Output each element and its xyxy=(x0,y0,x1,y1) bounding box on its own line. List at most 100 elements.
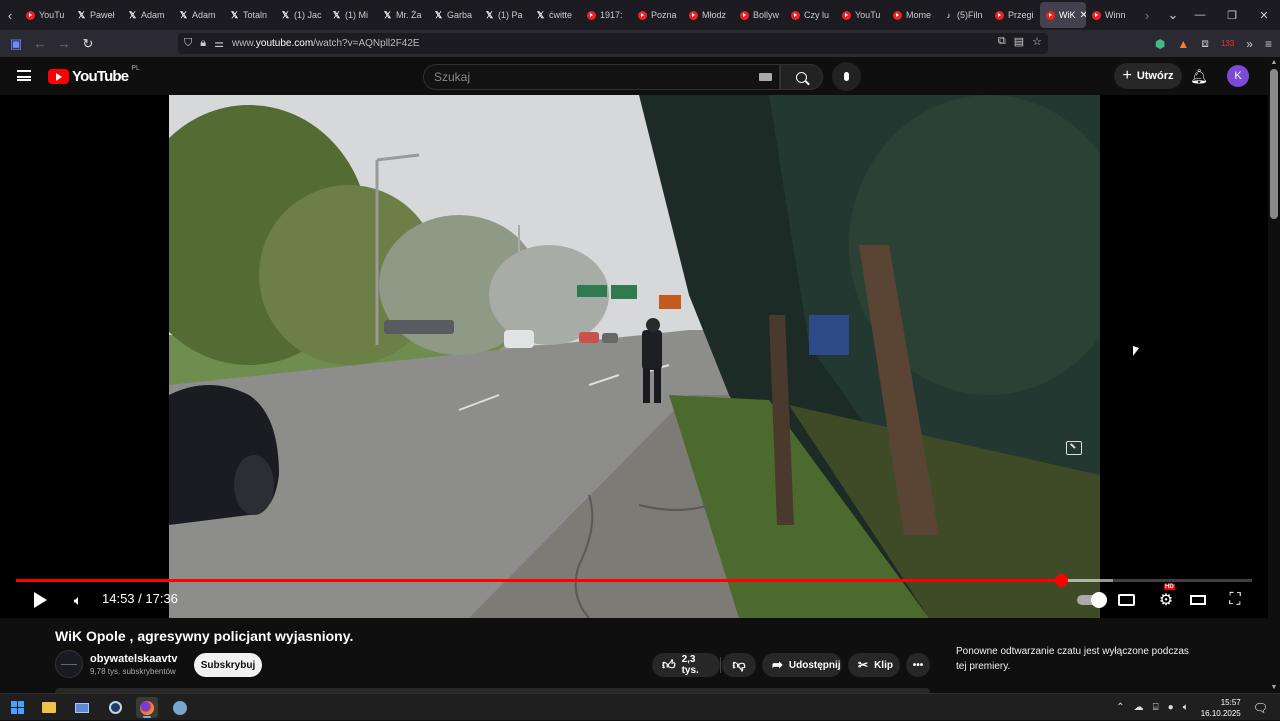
progress-bar[interactable] xyxy=(16,574,1252,587)
reader-view-icon[interactable]: ▤ xyxy=(1014,35,1024,48)
subscribe-button[interactable]: Subskrybuj xyxy=(194,653,262,677)
youtube-icon xyxy=(1092,10,1101,20)
keyboard-icon[interactable] xyxy=(759,73,772,81)
file-explorer-icon[interactable] xyxy=(38,697,60,718)
tabs-scroll-left-icon[interactable]: ‹ xyxy=(0,0,20,30)
scrollbar-thumb[interactable] xyxy=(1270,69,1278,219)
page-scrollbar[interactable]: ▲ ▼ xyxy=(1268,57,1280,693)
vpn-extension-icon[interactable]: ⬢ xyxy=(1155,37,1165,51)
browser-tab[interactable]: Czy lu xyxy=(785,2,836,28)
browser-tab-label: YouTu xyxy=(39,10,65,20)
miniplayer-icon[interactable] xyxy=(1066,441,1082,455)
play-icon[interactable] xyxy=(30,588,50,612)
url-text[interactable]: www.youtube.com/watch?v=AQNpll2F42E xyxy=(232,38,420,49)
taskbar-app-icon[interactable] xyxy=(169,697,191,718)
dislike-button[interactable]: 👎︎ xyxy=(722,653,756,677)
clip-button[interactable]: ✂︎ Klip xyxy=(848,653,900,677)
forward-icon[interactable]: → xyxy=(52,30,76,57)
browser-tab[interactable]: 𝕏 Adam xyxy=(122,2,173,28)
browser-tab[interactable]: 𝕏 Garba xyxy=(428,2,479,28)
sidebar-toggle-icon[interactable]: ▣ xyxy=(4,30,28,57)
back-icon[interactable]: ← xyxy=(28,30,52,57)
browser-tab[interactable]: Mome xyxy=(887,2,938,28)
settings-gear-icon[interactable]: ⚙︎ xyxy=(1154,588,1178,612)
search-input[interactable] xyxy=(423,64,780,90)
tab-list-menu-icon[interactable]: ⌄ xyxy=(1163,0,1183,30)
theater-mode-icon[interactable] xyxy=(1189,588,1207,612)
guide-menu-icon[interactable] xyxy=(17,70,31,81)
create-button[interactable]: + Utwórz xyxy=(1114,63,1182,89)
restore-icon[interactable]: ❐ xyxy=(1216,0,1248,30)
browser-tab[interactable]: YouTu xyxy=(836,2,887,28)
fullscreen-icon[interactable]: ⛶ xyxy=(1226,588,1244,612)
bookmark-star-icon[interactable]: ☆ xyxy=(1032,35,1042,48)
voice-search-button[interactable] xyxy=(832,62,861,91)
browser-tab[interactable]: Bollyw xyxy=(734,2,785,28)
speaker-icon[interactable]: 🔈︎ xyxy=(1183,702,1189,713)
address-bar[interactable]: ⛉ 🔒︎ ⚌ www.youtube.com/watch?v=AQNpll2F4… xyxy=(178,33,1048,54)
close-window-icon[interactable]: ✕ xyxy=(1248,0,1280,30)
lock-icon[interactable]: 🔒︎ xyxy=(200,37,206,50)
volume-icon[interactable]: 🔈︎ xyxy=(68,588,88,612)
shield-icon[interactable]: ⛉ xyxy=(184,37,192,50)
browser-tab[interactable]: 𝕏 Adam xyxy=(173,2,224,28)
channel-avatar[interactable] xyxy=(55,650,83,678)
x-icon: 𝕏 xyxy=(230,9,239,20)
notifications-bell-icon[interactable]: 🔔︎ xyxy=(1190,67,1208,85)
overflow-menu-icon[interactable]: » xyxy=(1246,37,1253,51)
x-icon: 𝕏 xyxy=(179,9,188,20)
account-avatar[interactable]: K xyxy=(1227,65,1249,87)
search-icon xyxy=(796,71,807,83)
reload-icon[interactable]: ↻ xyxy=(76,30,100,57)
remote-desktop-icon[interactable] xyxy=(71,697,93,718)
browser-tab[interactable]: 𝕏ćwitte xyxy=(530,2,581,28)
player-controls: 🔈︎ 14:53 / 17:36 ⚙︎ HD ⛶ xyxy=(0,584,1268,615)
video-frame[interactable] xyxy=(169,95,1100,618)
taskbar-clock[interactable]: 15:57 16.10.2025 xyxy=(1201,697,1241,719)
youtube-icon xyxy=(995,10,1004,20)
extensions-icon[interactable]: ⧈ xyxy=(1201,36,1209,51)
notifications-icon[interactable]: 🗨︎ xyxy=(1253,701,1268,715)
browser-tab[interactable]: 1917: xyxy=(581,2,632,28)
picture-in-picture-icon[interactable]: ⧉ xyxy=(998,35,1006,48)
subtitles-icon[interactable] xyxy=(1117,588,1135,612)
browser-tab[interactable]: Winn xyxy=(1086,2,1137,28)
browser-tab[interactable]: 𝕏 Totaln xyxy=(224,2,275,28)
browser-tab-active[interactable]: WiK ✕ xyxy=(1040,2,1086,28)
x-icon: 𝕏 xyxy=(281,9,290,20)
browser-tab[interactable]: 𝕏 (1) Pa xyxy=(479,2,530,28)
tray-overflow-icon[interactable]: ⌃ xyxy=(1116,702,1124,713)
browser-tab[interactable]: 𝕏 (1) Jac xyxy=(275,2,326,28)
steam-icon[interactable] xyxy=(104,697,126,718)
microphone-icon[interactable]: ● xyxy=(1168,702,1174,713)
permissions-icon[interactable]: ⚌ xyxy=(214,37,224,50)
browser-tab[interactable]: Młodz xyxy=(683,2,734,28)
onedrive-cloud-icon[interactable]: ☁︎ xyxy=(1134,702,1144,713)
app-menu-icon[interactable]: ≡ xyxy=(1265,37,1272,51)
adblock-extension-icon[interactable]: 133 xyxy=(1221,39,1234,48)
browser-tab[interactable]: 𝕏 (1) Mi xyxy=(326,2,377,28)
channel-name[interactable]: obywatelskaavtv xyxy=(90,653,177,665)
autoplay-toggle[interactable] xyxy=(1075,588,1107,612)
browser-tab[interactable]: Przegi xyxy=(989,2,1040,28)
share-button[interactable]: ➦ Udostępnij xyxy=(762,653,842,677)
browser-tab[interactable]: 𝕏 Mr. Ża xyxy=(377,2,428,28)
browser-tab[interactable]: ♪ (5)Filn xyxy=(938,2,989,28)
more-actions-button[interactable]: ••• xyxy=(906,653,930,677)
like-button[interactable]: 👍︎ 2,3 tys. xyxy=(652,653,721,677)
subscriber-count: 9,78 tys. subskrybentów xyxy=(90,667,176,676)
scroll-down-icon[interactable]: ▼ xyxy=(1268,684,1280,691)
scroll-up-icon[interactable]: ▲ xyxy=(1268,59,1280,66)
youtube-logo[interactable]: YouTube PL xyxy=(48,65,140,85)
tabs-scroll-right-icon[interactable]: › xyxy=(1137,0,1157,30)
browser-tab[interactable]: Pozna xyxy=(632,2,683,28)
browser-tab[interactable]: YouTu xyxy=(20,2,71,28)
network-icon[interactable]: ⌸ xyxy=(1153,702,1159,713)
minimize-icon[interactable]: — xyxy=(1184,0,1216,30)
search-button[interactable] xyxy=(780,64,823,90)
start-menu-icon[interactable] xyxy=(6,697,28,718)
firefox-icon[interactable] xyxy=(136,697,158,718)
browser-tab[interactable]: 𝕏 Paweł xyxy=(71,2,122,28)
fox-extension-icon[interactable]: ▲ xyxy=(1177,37,1189,51)
video-player[interactable]: 🔈︎ 14:53 / 17:36 ⚙︎ HD ⛶ xyxy=(0,95,1268,618)
